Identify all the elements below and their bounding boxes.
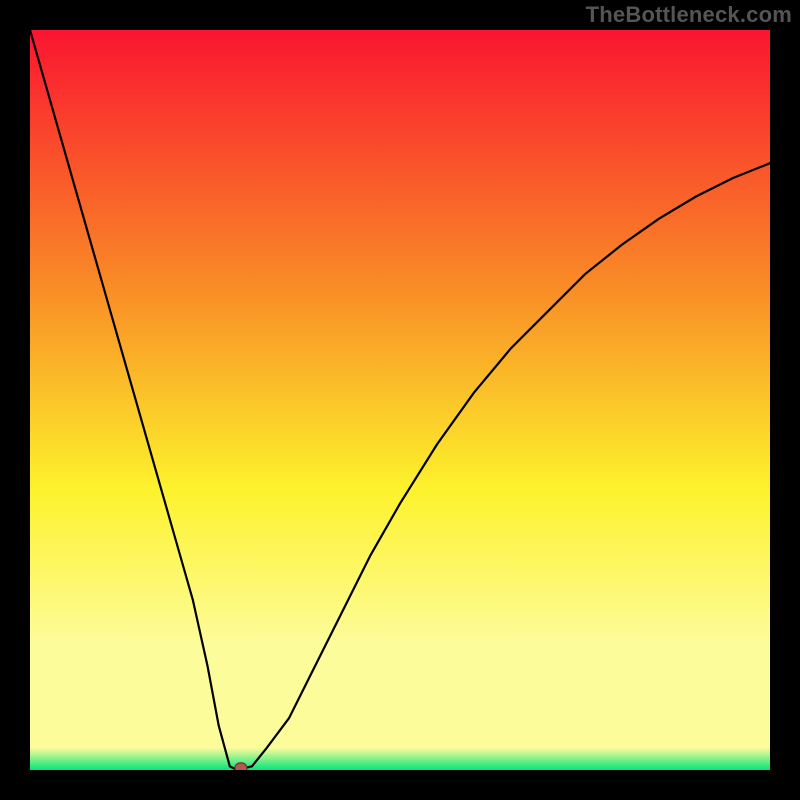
chart-frame: TheBottleneck.com	[0, 0, 800, 800]
chart-svg	[30, 30, 770, 770]
gradient-background	[30, 30, 770, 770]
watermark-text: TheBottleneck.com	[586, 2, 792, 28]
optimal-point-marker	[235, 763, 247, 770]
plot-area	[30, 30, 770, 770]
